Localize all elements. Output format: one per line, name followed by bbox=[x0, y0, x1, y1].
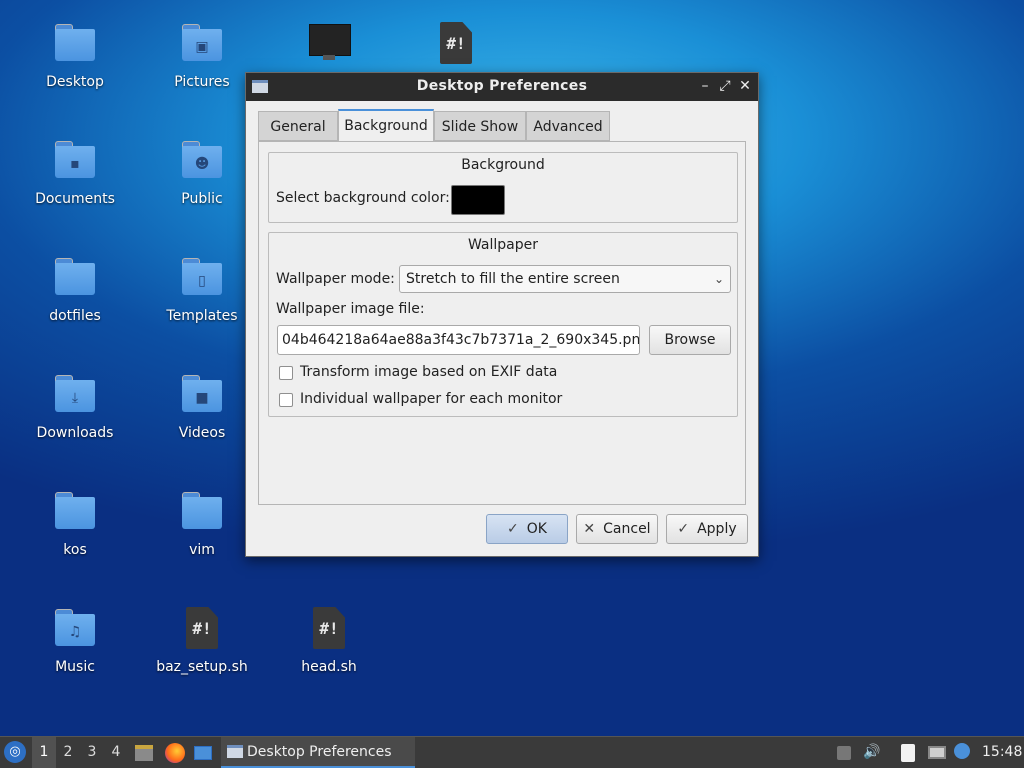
close-button[interactable]: ✕ bbox=[736, 77, 754, 95]
folder-icon bbox=[53, 22, 97, 66]
cancel-button[interactable]: ✕ Cancel bbox=[576, 514, 658, 544]
taskbar-window-desktop-preferences[interactable]: Desktop Preferences bbox=[221, 737, 415, 768]
dialog-title: Desktop Preferences bbox=[416, 78, 588, 94]
taskbar-window-label: Desktop Preferences bbox=[247, 744, 392, 760]
desktop-icon-public[interactable]: ☻ Public bbox=[142, 139, 262, 207]
background-color-label: Select background color: bbox=[276, 190, 450, 206]
desktop-icon-documents[interactable]: ▪ Documents bbox=[15, 139, 135, 207]
wallpaper-mode-select[interactable]: Stretch to fill the entire screen ⌄ bbox=[399, 265, 731, 293]
cancel-x-icon: ✕ bbox=[583, 521, 596, 537]
desktop-icon-vim[interactable]: vim bbox=[142, 490, 262, 558]
folder-templates-icon: ▯ bbox=[180, 256, 224, 300]
wallpaper-mode-value: Stretch to fill the entire screen bbox=[406, 271, 620, 287]
desktop-icon-pictures[interactable]: ▣ Pictures bbox=[142, 22, 262, 90]
exif-label: Transform image based on EXIF data bbox=[300, 364, 558, 380]
desktop-icon-desktop[interactable]: Desktop bbox=[15, 22, 135, 90]
desktop-icon-templates[interactable]: ▯ Templates bbox=[142, 256, 262, 324]
desktop-icon-label: Videos bbox=[178, 425, 226, 441]
show-desktop-icon[interactable] bbox=[192, 737, 214, 768]
tab-background[interactable]: Background bbox=[338, 109, 434, 141]
folder-downloads-icon: ⤓ bbox=[53, 373, 97, 417]
workspace-2[interactable]: 2 bbox=[56, 737, 80, 768]
desktop-icon-script[interactable]: #! bbox=[396, 22, 516, 66]
desktop-icon-dotfiles[interactable]: dotfiles bbox=[15, 256, 135, 324]
per-monitor-label: Individual wallpaper for each monitor bbox=[300, 391, 563, 407]
cancel-label: Cancel bbox=[603, 521, 651, 537]
desktop-preferences-dialog: Desktop Preferences – ⤢ ✕ General Backgr… bbox=[245, 72, 759, 557]
desktop-icon-label: head.sh bbox=[301, 659, 357, 675]
background-group: Background Select background color: bbox=[268, 152, 738, 223]
desktop-icon-label: dotfiles bbox=[49, 308, 101, 324]
desktop-icon-label: Pictures bbox=[174, 74, 230, 90]
desktop-icon-music[interactable]: ♫ Music bbox=[15, 607, 135, 675]
window-icon bbox=[227, 745, 243, 758]
workspace-1[interactable]: 1 bbox=[32, 737, 56, 768]
workspace-4[interactable]: 4 bbox=[104, 737, 128, 768]
folder-videos-icon: ■ bbox=[180, 373, 224, 417]
desktop-icon-videos[interactable]: ■ Videos bbox=[142, 373, 262, 441]
folder-icon bbox=[53, 490, 97, 534]
desktop-icon-baz-setup[interactable]: #! baz_setup.sh bbox=[142, 607, 262, 675]
monitor-icon bbox=[307, 22, 351, 66]
background-tab-panel: Background Select background color: Wall… bbox=[258, 141, 746, 505]
background-color-button[interactable] bbox=[451, 185, 505, 215]
script-file-icon: #! bbox=[434, 22, 478, 66]
desktop-icon-label: Public bbox=[181, 191, 223, 207]
per-monitor-checkbox[interactable] bbox=[279, 393, 293, 407]
folder-pictures-icon: ▣ bbox=[180, 22, 224, 66]
desktop-icon-label: baz_setup.sh bbox=[156, 659, 248, 675]
firefox-icon[interactable] bbox=[164, 737, 186, 768]
desktop-icon-label: Templates bbox=[166, 308, 238, 324]
updates-icon[interactable] bbox=[952, 737, 974, 768]
file-manager-icon[interactable] bbox=[134, 737, 154, 768]
folder-icon bbox=[180, 490, 224, 534]
tray-arrow-icon[interactable] bbox=[836, 737, 852, 768]
desktop-icon-head[interactable]: #! head.sh bbox=[269, 607, 389, 675]
wallpaper-group: Wallpaper Wallpaper mode: Stretch to fil… bbox=[268, 232, 738, 417]
desktop-icon-label: Documents bbox=[35, 191, 115, 207]
desktop-icon-kos[interactable]: kos bbox=[15, 490, 135, 558]
network-icon[interactable] bbox=[926, 737, 948, 768]
folder-icon bbox=[53, 256, 97, 300]
apply-button[interactable]: ✓ Apply bbox=[666, 514, 748, 544]
ok-label: OK bbox=[526, 521, 547, 537]
wallpaper-file-input[interactable]: 04b464218a64ae88a3f43c7b7371a_2_690x345.… bbox=[277, 325, 640, 355]
maximize-button[interactable]: ⤢ bbox=[716, 77, 734, 95]
apply-label: Apply bbox=[697, 521, 737, 537]
desktop-icon-downloads[interactable]: ⤓ Downloads bbox=[15, 373, 135, 441]
folder-music-icon: ♫ bbox=[53, 607, 97, 651]
minimize-button[interactable]: – bbox=[696, 77, 714, 95]
background-group-title: Background bbox=[461, 157, 545, 173]
desktop-icon-monitor[interactable] bbox=[269, 22, 389, 66]
tab-general[interactable]: General bbox=[258, 111, 338, 141]
tab-advanced[interactable]: Advanced bbox=[526, 111, 610, 141]
desktop-icon-label: vim bbox=[189, 542, 215, 558]
wallpaper-group-title: Wallpaper bbox=[467, 237, 539, 253]
workspace-3[interactable]: 3 bbox=[80, 737, 104, 768]
desktop-icon-label: Downloads bbox=[36, 425, 114, 441]
tab-slide-show[interactable]: Slide Show bbox=[434, 111, 526, 141]
ok-button[interactable]: ✓ OK bbox=[486, 514, 568, 544]
folder-public-icon: ☻ bbox=[180, 139, 224, 183]
browse-button[interactable]: Browse bbox=[649, 325, 731, 355]
wallpaper-mode-label: Wallpaper mode: bbox=[276, 271, 395, 287]
chevron-down-icon: ⌄ bbox=[713, 272, 724, 286]
dialog-titlebar[interactable]: Desktop Preferences – ⤢ ✕ bbox=[246, 73, 758, 101]
clipboard-icon[interactable] bbox=[898, 737, 920, 768]
wallpaper-file-label: Wallpaper image file: bbox=[276, 301, 425, 317]
taskbar: ◎ 1 2 3 4 Desktop Preferences 🔊 15:48 bbox=[0, 736, 1024, 768]
volume-icon[interactable]: 🔊 bbox=[862, 737, 882, 768]
script-file-icon: #! bbox=[307, 607, 351, 651]
clock[interactable]: 15:48 bbox=[982, 737, 1022, 768]
exif-checkbox[interactable] bbox=[279, 366, 293, 380]
folder-documents-icon: ▪ bbox=[53, 139, 97, 183]
start-menu-icon[interactable]: ◎ bbox=[4, 741, 26, 763]
desktop-icon-label: kos bbox=[63, 542, 87, 558]
desktop-icon-label: Desktop bbox=[46, 74, 104, 90]
check-icon: ✓ bbox=[677, 521, 690, 537]
check-icon: ✓ bbox=[507, 521, 519, 537]
desktop-icon-label: Music bbox=[55, 659, 95, 675]
script-file-icon: #! bbox=[180, 607, 224, 651]
